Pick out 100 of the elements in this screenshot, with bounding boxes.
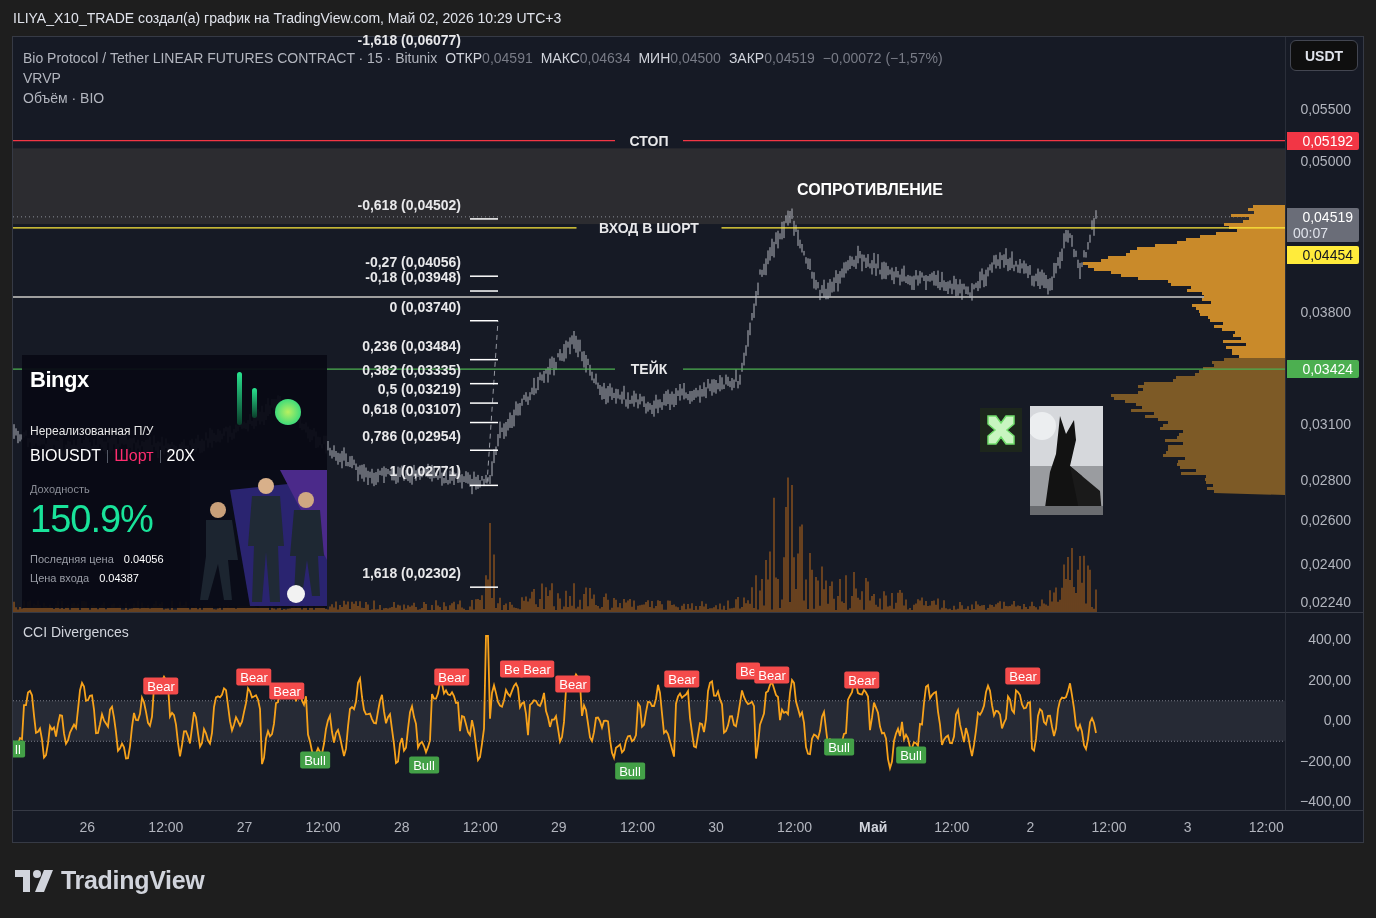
bear-signal-tag: Bear [143, 677, 179, 695]
fib-level-label: 0,786 (0,02954) [362, 428, 461, 445]
level-label: ТЕЙК [630, 361, 668, 378]
cci-tick: −400,00 [1300, 793, 1351, 809]
zone-label: СОПРОТИВЛЕНИЕ [796, 181, 944, 199]
level-label: ВХОД В ШОРТ [599, 219, 699, 236]
fib-level-line [469, 358, 499, 361]
time-tick: 12:00 [304, 818, 342, 835]
fib-level-label: -0,27 (0,04056) [365, 254, 461, 271]
price-tick: 0,02800 [1300, 471, 1351, 488]
time-tick: 3 [1182, 818, 1193, 835]
fib-level-label: 0,5 (0,03219) [377, 381, 461, 398]
symbol-title: Bio Protocol / Tether LINEAR FUTURES CONTRACT · 15 · Bitunix [23, 49, 438, 68]
fib-level-label: -0,18 (0,03948) [365, 269, 461, 285]
fib-level-label: 1,618 (0,02302) [362, 565, 461, 582]
price-tick: 0,03800 [1300, 304, 1351, 320]
time-tick: 28 [392, 818, 411, 835]
time-tick: 12:00 [1247, 818, 1285, 835]
bear-signal-tag: Bear [664, 670, 700, 688]
fib-level-line [469, 402, 499, 404]
bull-signal-tag: Bull [896, 746, 926, 764]
fib-level-line [469, 382, 499, 385]
price-tick: 0,03100 [1300, 415, 1351, 432]
time-tick: 30 [707, 818, 725, 835]
bear-signal-tag: Bear [555, 675, 591, 693]
fib-level-label: -0,618 (0,04502) [357, 196, 461, 213]
logo-text: TradingView [61, 866, 205, 895]
bear-signal-tag: Bear [519, 660, 555, 678]
fib-level-label: 0,236 (0,03484) [362, 337, 461, 354]
bull-signal-tag: Bull [824, 738, 854, 756]
bull-signal-tag: Bull [409, 756, 439, 774]
price-label: Цена входа [30, 572, 90, 584]
fib-level-line [469, 484, 499, 487]
cci-tick: 200,00 [1308, 671, 1351, 688]
ohlc-value: 0,04519 [764, 49, 815, 68]
fib-level-label: 0,618 (0,03107) [362, 400, 461, 417]
fib-level-line [469, 218, 499, 220]
fib-level-line [469, 290, 499, 292]
bear-signal-tag: Bear [1005, 667, 1041, 685]
leverage-label: 20X [166, 447, 196, 465]
time-tick: 26 [78, 818, 97, 835]
indicator-label[interactable]: VRVP [23, 68, 61, 88]
price-tick: 0,02600 [1300, 512, 1351, 529]
ohlc-value: 0,04591 [482, 49, 533, 68]
fib-level-label: 0 (0,03740) [389, 298, 461, 315]
time-tick: Май [858, 818, 889, 835]
time-tick: 2 [1025, 818, 1036, 835]
ohlc-label: МАКС [540, 49, 580, 68]
fib-level-line [469, 449, 499, 451]
cross-icon [980, 408, 1022, 452]
price-tick: 0,05500 [1300, 101, 1351, 117]
price-badge: 0,04454 [1287, 245, 1359, 264]
bear-signal-tag: Bear [269, 682, 305, 700]
ohlc-label: ЗАКР [728, 49, 765, 68]
cci-tick: 400,00 [1308, 631, 1351, 647]
time-tick: 12:00 [147, 818, 185, 835]
bull-signal-tag: Bull [615, 762, 645, 780]
price-badge: 0,05192 [1287, 131, 1359, 150]
indicator-label[interactable]: Объём · BIO [23, 88, 105, 108]
price-tick: 0,05000 [1300, 153, 1351, 170]
cci-tick: 0,00 [1323, 712, 1351, 728]
return-value: 150.9% [30, 498, 153, 541]
side-label: Шорт [114, 447, 154, 465]
fib-level-label: -1,618 (0,06077) [357, 32, 461, 49]
time-tick: 12:00 [1090, 818, 1128, 835]
level-label: СТОП [629, 132, 669, 149]
price-tick: 0,02400 [1300, 556, 1351, 573]
fib-level-line [469, 275, 499, 277]
currency-button[interactable]: USDT [1290, 40, 1358, 71]
fib-level-line [469, 586, 499, 588]
fib-level-label: 0,382 (0,03335) [362, 361, 461, 378]
bull-signal-tag: ll [13, 740, 25, 758]
time-tick: 12:00 [933, 818, 971, 835]
chart-caption: ILIYA_X10_TRADE создал(а) график на TradingView.com, Май 02, 2026 10:29 UTC+3 [12, 9, 563, 28]
bear-signal-tag: Bear [236, 668, 272, 686]
logo-icon [15, 869, 53, 892]
fib-level-line [469, 320, 499, 322]
return-label: Доходность [30, 483, 90, 495]
time-tick: 27 [235, 818, 254, 835]
ohlc-label: МИН [638, 49, 671, 68]
price-badge: 0,03424 [1287, 360, 1359, 379]
time-tick: 12:00 [618, 818, 656, 835]
pnl-label: Нереализованная П/У [30, 424, 154, 438]
indicator-title: CCI Divergences [23, 624, 129, 640]
time-tick: 12:00 [776, 818, 814, 835]
ohlc-value: 0,04500 [670, 49, 721, 68]
price-value: 0.04056 [123, 553, 164, 565]
bull-signal-tag: Bull [300, 751, 330, 769]
time-tick: 12:00 [461, 818, 499, 835]
price-tick: 0,02240 [1300, 594, 1351, 611]
last-price-badge: 0,04519 00:07 [1287, 207, 1359, 242]
cci-tick: −200,00 [1300, 752, 1351, 769]
bear-signal-tag: Bear [844, 671, 880, 689]
price-value: 0.04387 [99, 572, 139, 584]
fib-level-line [469, 421, 499, 424]
ohlc-value: 0,04634 [579, 49, 631, 68]
bear-signal-tag: Bear [434, 668, 470, 686]
pair-label: BIOUSDT [30, 447, 102, 465]
price-label: Последняя цена [30, 553, 114, 565]
price-change: −0,00072 (−1,57%) [822, 49, 943, 68]
